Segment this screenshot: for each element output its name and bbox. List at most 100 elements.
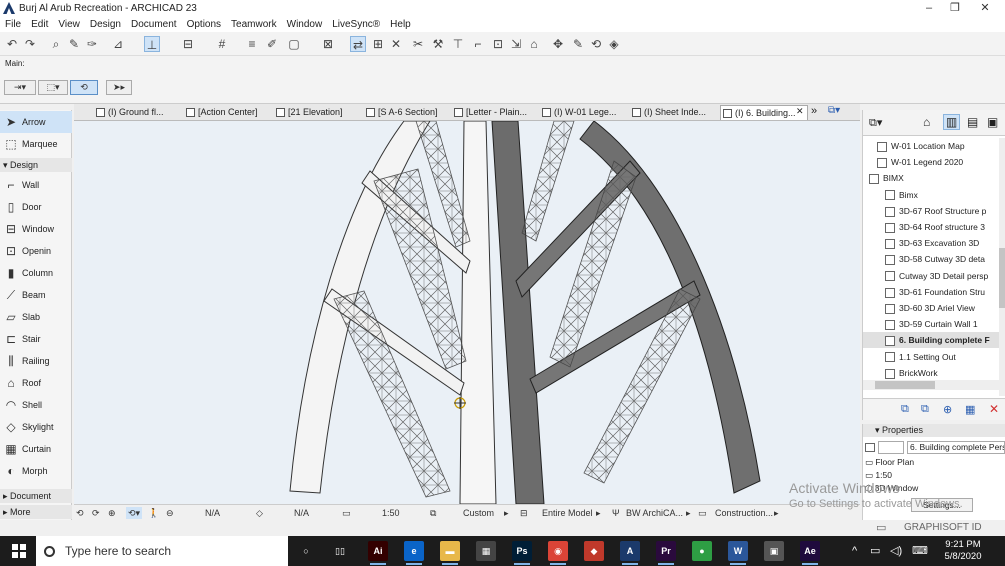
- view-name-field[interactable]: 6. Building complete Pers: [907, 441, 1005, 454]
- compare-icon[interactable]: ⊞: [370, 36, 386, 52]
- ruler-icon[interactable]: ✎: [570, 36, 586, 52]
- nav-item[interactable]: W-01 Location Map: [863, 138, 999, 154]
- tab-ground-floor[interactable]: (I) Ground fl...: [94, 105, 180, 120]
- tool-arrow[interactable]: ➤ Arrow: [0, 111, 72, 133]
- nav-item[interactable]: 3D-58 Cutway 3D deta: [863, 251, 999, 267]
- offset-icon[interactable]: ⊡: [490, 36, 506, 52]
- scissors-icon[interactable]: ✂: [410, 36, 426, 52]
- resize-icon[interactable]: ⇲: [508, 36, 524, 52]
- tool-window[interactable]: ⊟ Window: [0, 218, 72, 240]
- chevron-right-icon[interactable]: ▸: [596, 507, 601, 519]
- clone-view-icon[interactable]: ⧉: [921, 403, 929, 416]
- 3d-model-viewport[interactable]: [74, 121, 860, 504]
- geometry-method-icon[interactable]: ⇥▾: [4, 80, 36, 95]
- view-settings-icon[interactable]: ▦: [965, 403, 975, 416]
- fillet-icon[interactable]: ⌐: [470, 36, 486, 52]
- edge-icon[interactable]: e: [404, 541, 424, 565]
- graphisoft-id-bar[interactable]: ▭ GRAPHISOFT ID: [862, 520, 1005, 536]
- nav-item[interactable]: Cutway 3D Detail persp: [863, 268, 999, 284]
- home-icon[interactable]: ⌂: [526, 36, 542, 52]
- properties-header[interactable]: ▾ Properties: [863, 424, 1005, 437]
- redo-view-icon[interactable]: ⟳: [92, 507, 100, 519]
- delete-icon[interactable]: ✕: [989, 402, 999, 416]
- undo-view-icon[interactable]: ⟲: [76, 507, 84, 519]
- volume-icon[interactable]: ◁): [890, 536, 902, 566]
- chevron-right-icon[interactable]: ▸: [504, 507, 509, 519]
- tab-overflow-icon[interactable]: »: [811, 105, 817, 117]
- pick-up-icon[interactable]: ✎: [66, 36, 82, 52]
- navigator-hscrollbar[interactable]: [863, 380, 999, 390]
- layer-combination[interactable]: Custom: [463, 507, 494, 519]
- fill-icon[interactable]: ◈: [606, 36, 622, 52]
- nav-item[interactable]: BIMX: [863, 170, 999, 186]
- model-view-option[interactable]: Entire Model: [542, 507, 593, 519]
- chevron-right-icon[interactable]: ▸: [774, 507, 779, 519]
- scale-icon[interactable]: ▭: [342, 507, 351, 519]
- find-select-icon[interactable]: ⌕: [48, 36, 64, 52]
- angle-value[interactable]: N/A: [205, 507, 220, 519]
- orbit-icon[interactable]: ⟲▾: [126, 507, 143, 519]
- navigator-menu-icon[interactable]: ⧉▾: [869, 116, 882, 130]
- save-view-icon[interactable]: ⊕: [943, 403, 952, 416]
- nav-item[interactable]: Bimx: [863, 187, 999, 203]
- tab-letter-plain[interactable]: [Letter - Plain...: [452, 105, 540, 120]
- menu-document[interactable]: Document: [126, 19, 182, 30]
- keyboard-icon[interactable]: ⌨: [912, 536, 928, 566]
- group-design[interactable]: ▾ Design: [0, 158, 72, 172]
- guide-line-icon[interactable]: ⊿: [110, 36, 126, 52]
- zoom-in-icon[interactable]: ⊕: [108, 507, 116, 519]
- view-manager-icon[interactable]: ⧉▾: [828, 105, 840, 116]
- tool-slab[interactable]: ▱ Slab: [0, 306, 72, 328]
- publisher-icon[interactable]: ▣: [987, 115, 998, 129]
- tool-marquee[interactable]: ⬚ Marquee: [0, 133, 72, 155]
- cortana-icon[interactable]: ○: [296, 541, 316, 561]
- photoshop-icon[interactable]: Ps: [512, 541, 532, 565]
- pen-set[interactable]: BW ArchiCA...: [626, 507, 683, 519]
- new-folder-icon[interactable]: ⧉: [901, 403, 909, 416]
- app-image-icon[interactable]: ▣: [764, 541, 784, 561]
- task-view-icon[interactable]: ▯▯: [330, 541, 350, 561]
- menu-teamwork[interactable]: Teamwork: [226, 19, 282, 30]
- nav-item[interactable]: BrickWork: [863, 365, 999, 381]
- taskbar-search-box[interactable]: Type here to search: [36, 536, 288, 566]
- chevron-right-icon[interactable]: ▸: [686, 507, 691, 519]
- scale-value[interactable]: 1:50: [382, 507, 400, 519]
- nav-item[interactable]: W-01 Legend 2020: [863, 154, 999, 170]
- rotate-selection-icon[interactable]: ⟲: [70, 80, 98, 95]
- menu-file[interactable]: File: [0, 19, 26, 30]
- taskbar-clock[interactable]: 9:21 PM 5/8/2020: [938, 539, 988, 563]
- premiere-icon[interactable]: Pr: [656, 541, 676, 565]
- nav-item[interactable]: 3D-60 3D Ariel View: [863, 300, 999, 316]
- selection-method-icon[interactable]: ⬚▾: [38, 80, 68, 95]
- group-document[interactable]: ▸ Document: [0, 489, 72, 503]
- hammer-icon[interactable]: ⚒: [430, 36, 446, 52]
- nav-item[interactable]: 3D-61 Foundation Stru: [863, 284, 999, 300]
- zoom-fit-icon[interactable]: ⊖: [166, 507, 174, 519]
- menu-edit[interactable]: Edit: [26, 19, 53, 30]
- nav-item[interactable]: 3D-63 Excavation 3D: [863, 235, 999, 251]
- walk-icon[interactable]: 🚶: [148, 507, 159, 519]
- app-red-icon[interactable]: ◆: [584, 541, 604, 561]
- illustrator-icon[interactable]: Ai: [368, 541, 388, 565]
- navigator-scrollbar[interactable]: [999, 138, 1005, 396]
- tab-close-icon[interactable]: ✕: [796, 106, 804, 117]
- layers-icon[interactable]: ≡: [244, 36, 260, 52]
- menu-design[interactable]: Design: [85, 19, 126, 30]
- tool-stair[interactable]: ⊏ Stair: [0, 328, 72, 350]
- angle-icon[interactable]: ◇: [256, 507, 263, 519]
- tool-column[interactable]: ▮ Column: [0, 262, 72, 284]
- tool-railing[interactable]: ⫼ Railing: [0, 350, 72, 372]
- view-id-field[interactable]: [878, 441, 904, 454]
- nav-item[interactable]: 3D-59 Curtain Wall 1: [863, 316, 999, 332]
- menu-livesync[interactable]: LiveSync®: [327, 19, 385, 30]
- tool-skylight[interactable]: ◇ Skylight: [0, 416, 72, 438]
- trace-icon[interactable]: ⇄: [350, 36, 366, 52]
- app-green-icon[interactable]: ●: [692, 541, 712, 561]
- view-frame-icon[interactable]: ▢: [286, 36, 302, 52]
- tab-building-complete[interactable]: (I) 6. Building...: [720, 105, 808, 120]
- grid-icon[interactable]: #: [214, 36, 230, 52]
- calculator-icon[interactable]: ▦: [476, 541, 496, 561]
- dimension-standard[interactable]: Construction...: [715, 507, 773, 519]
- cross-icon[interactable]: ✕: [388, 36, 404, 52]
- tab-w01-legend[interactable]: (I) W-01 Lege...: [540, 105, 626, 120]
